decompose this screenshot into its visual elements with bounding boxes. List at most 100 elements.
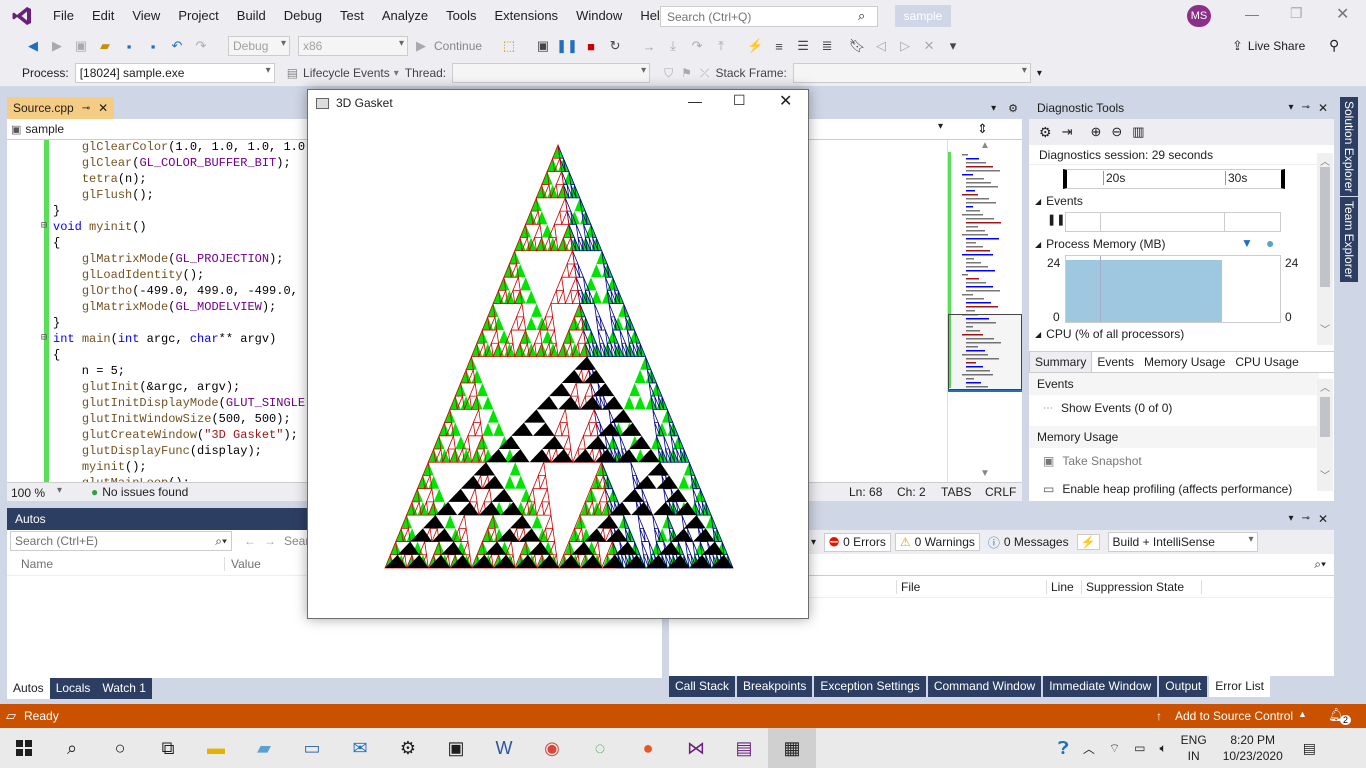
show-next-icon[interactable]: → — [638, 35, 660, 57]
next-bookmark-icon[interactable]: ▷ — [894, 35, 916, 57]
back-icon[interactable]: ◀ — [22, 35, 44, 57]
zoom-dropdown[interactable]: 100 % — [7, 483, 65, 501]
redo-icon[interactable]: ↷ — [190, 35, 212, 57]
code-line[interactable]: glutInit(&argc, argv); — [53, 379, 305, 395]
tab-watch-1[interactable]: Watch 1 — [96, 678, 152, 699]
line-ending[interactable]: CRLF — [985, 485, 1016, 499]
memory-section-header[interactable]: ◢ Process Memory (MB) — [1035, 237, 1166, 251]
lower-scroll-thumb[interactable] — [1320, 397, 1330, 437]
lifecycle-dropdown-icon[interactable]: ▾ — [394, 68, 399, 79]
fold-icon[interactable]: ⊟ — [41, 331, 47, 347]
autos-col-value[interactable]: Value — [225, 557, 261, 571]
minimap-scrollbar[interactable]: ▲ ▼ — [947, 140, 1022, 482]
diag-lower-scrollbar[interactable]: ︿ ﹀ — [1317, 379, 1333, 491]
flag-icon[interactable]: ⚑ — [681, 66, 692, 80]
help-icon[interactable]: ❓︎ — [1058, 738, 1069, 759]
minimize-icon[interactable]: — — [1245, 6, 1259, 22]
code-line[interactable]: tetra(n); — [53, 171, 305, 187]
tab-autos[interactable]: Autos — [7, 678, 50, 699]
visual-studio-icon[interactable]: ⋈ — [672, 728, 720, 768]
code-line[interactable]: myinit(); — [53, 459, 305, 475]
vs-logo-icon[interactable] — [0, 0, 44, 32]
tab-output[interactable]: Output — [1159, 676, 1208, 697]
zoom-out-icon[interactable]: ⊖ — [1111, 124, 1122, 140]
fold-icon[interactable]: ⊟ — [41, 219, 47, 235]
process-dropdown[interactable]: [18024] sample.exe — [74, 63, 275, 83]
cortana-icon[interactable]: ○ — [96, 728, 144, 768]
diag-scroll-down[interactable]: ﹀ — [1320, 321, 1330, 336]
build-filter-icon[interactable]: ⚡ — [1076, 534, 1100, 550]
settings-app-icon[interactable]: ⚙ — [384, 728, 432, 768]
tab-exception-settings[interactable]: Exception Settings — [814, 676, 926, 697]
code-line[interactable]: glutInitDisplayMode(GLUT_SINGLE — [53, 395, 305, 411]
clock[interactable]: 8:20 PM 10/23/2020 — [1223, 732, 1283, 764]
notepad-icon[interactable]: ▰ — [240, 728, 288, 768]
export-icon[interactable]: ⇥ — [1062, 124, 1073, 140]
take-snapshot-button[interactable]: ▣ Take Snapshot — [1043, 454, 1142, 468]
panel-menu-icon[interactable]: ▾ — [1289, 97, 1294, 119]
scope-dropdown-icon[interactable]: ▾ — [811, 537, 816, 548]
code-line[interactable]: glMatrixMode(GL_MODELVIEW); — [53, 299, 305, 315]
code-line[interactable]: { — [53, 347, 305, 363]
build-source-dropdown[interactable]: Build + IntelliSense — [1107, 532, 1258, 552]
gasket-close-icon[interactable]: ✕ — [779, 91, 792, 111]
show-events-link[interactable]: ⋯ Show Events (0 of 0) — [1043, 401, 1172, 415]
gasket-maximize-icon[interactable]: ☐ — [733, 92, 746, 109]
live-share-button[interactable]: ⇪ Live Share — [1232, 38, 1305, 54]
code-line[interactable]: } — [53, 203, 305, 219]
diag-tab-events[interactable]: Events — [1092, 352, 1139, 372]
code-line[interactable]: ⊟ int main(int argc, char** argv) — [41, 331, 305, 347]
code-line[interactable]: } — [53, 315, 305, 331]
memory-graph[interactable] — [1065, 255, 1281, 323]
diag-scroll-up[interactable]: ︿ — [1320, 153, 1330, 168]
diag-scroll-thumb[interactable] — [1320, 167, 1330, 287]
code-line[interactable]: glutInitWindowSize(500, 500); — [53, 411, 305, 427]
process-icon[interactable]: ⬚ — [498, 35, 520, 57]
menu-extensions[interactable]: Extensions — [485, 0, 567, 32]
code-text[interactable]: glClearColor(1.0, 1.0, 1.0, 1.0 glClear(… — [41, 139, 305, 491]
step-out-icon[interactable]: ⤒ — [710, 35, 732, 57]
tab-command-window[interactable]: Command Window — [927, 676, 1042, 697]
indent-icon[interactable]: ☰ — [792, 35, 814, 57]
scroll-up-icon[interactable]: ▲ — [980, 140, 990, 151]
code-line[interactable]: ⊟ void myinit() — [41, 219, 305, 235]
task-view-icon[interactable]: ⧉ — [144, 728, 192, 768]
step-over-icon[interactable]: ↷ — [686, 35, 708, 57]
toolbar2-overflow-icon[interactable]: ▾ — [1037, 68, 1042, 79]
code-line[interactable]: glClear(GL_COLOR_BUFFER_BIT); — [53, 155, 305, 171]
filter-icon[interactable]: ⛉ — [664, 66, 673, 81]
code-line[interactable]: glMatrixMode(GL_PROJECTION); — [53, 251, 305, 267]
settings-icon[interactable]: ⚙ — [1039, 124, 1052, 141]
code-line[interactable]: glClearColor(1.0, 1.0, 1.0, 1.0 — [53, 139, 305, 155]
issues-status[interactable]: No issues found — [102, 485, 188, 499]
terminal-icon[interactable]: ▣ — [432, 728, 480, 768]
action-center-icon[interactable]: ▤ — [1303, 740, 1316, 757]
error-search-icon[interactable]: ⌕▾ — [1314, 557, 1326, 572]
snapshot-marker-icon[interactable]: ▼ — [1241, 236, 1253, 250]
new-project-icon[interactable]: ▣ — [70, 35, 92, 57]
team-explorer-tab[interactable]: Team Explorer — [1340, 197, 1358, 283]
error-col-suppression-state[interactable]: Suppression State — [1082, 579, 1202, 594]
volume-icon[interactable]: 🔈︎ — [1159, 741, 1166, 756]
pause-icon[interactable]: ❚❚ — [556, 35, 578, 57]
autos-back-icon[interactable]: ← — [244, 534, 256, 548]
console-app-icon[interactable]: ▤ — [720, 728, 768, 768]
error-col-line[interactable]: Line — [1047, 579, 1082, 594]
file-explorer-icon[interactable]: ▬ — [192, 728, 240, 768]
column-number[interactable]: Ch: 2 — [897, 485, 926, 499]
outdent-icon[interactable]: ≣ — [816, 35, 838, 57]
cpu-section-header[interactable]: ◢ CPU (% of all processors) — [1035, 327, 1184, 341]
battery-icon[interactable]: ▭ — [1134, 741, 1145, 755]
autos-forward-icon[interactable]: → — [264, 534, 276, 548]
mail-icon[interactable]: ✉ — [336, 728, 384, 768]
error-col-file[interactable]: File — [897, 579, 1047, 594]
menu-analyze[interactable]: Analyze — [373, 0, 437, 32]
save-icon[interactable]: ▪ — [118, 35, 140, 57]
code-line[interactable]: { — [53, 235, 305, 251]
split-icon[interactable]: ⇕ — [977, 121, 988, 137]
panel-pin-icon[interactable]: ⊸ — [1302, 97, 1310, 119]
avatar[interactable]: MS — [1187, 5, 1211, 27]
output-window-icon[interactable]: ▱ — [6, 708, 16, 724]
reset-view-icon[interactable]: ▥ — [1132, 124, 1144, 140]
gasket-canvas[interactable] — [308, 116, 808, 618]
